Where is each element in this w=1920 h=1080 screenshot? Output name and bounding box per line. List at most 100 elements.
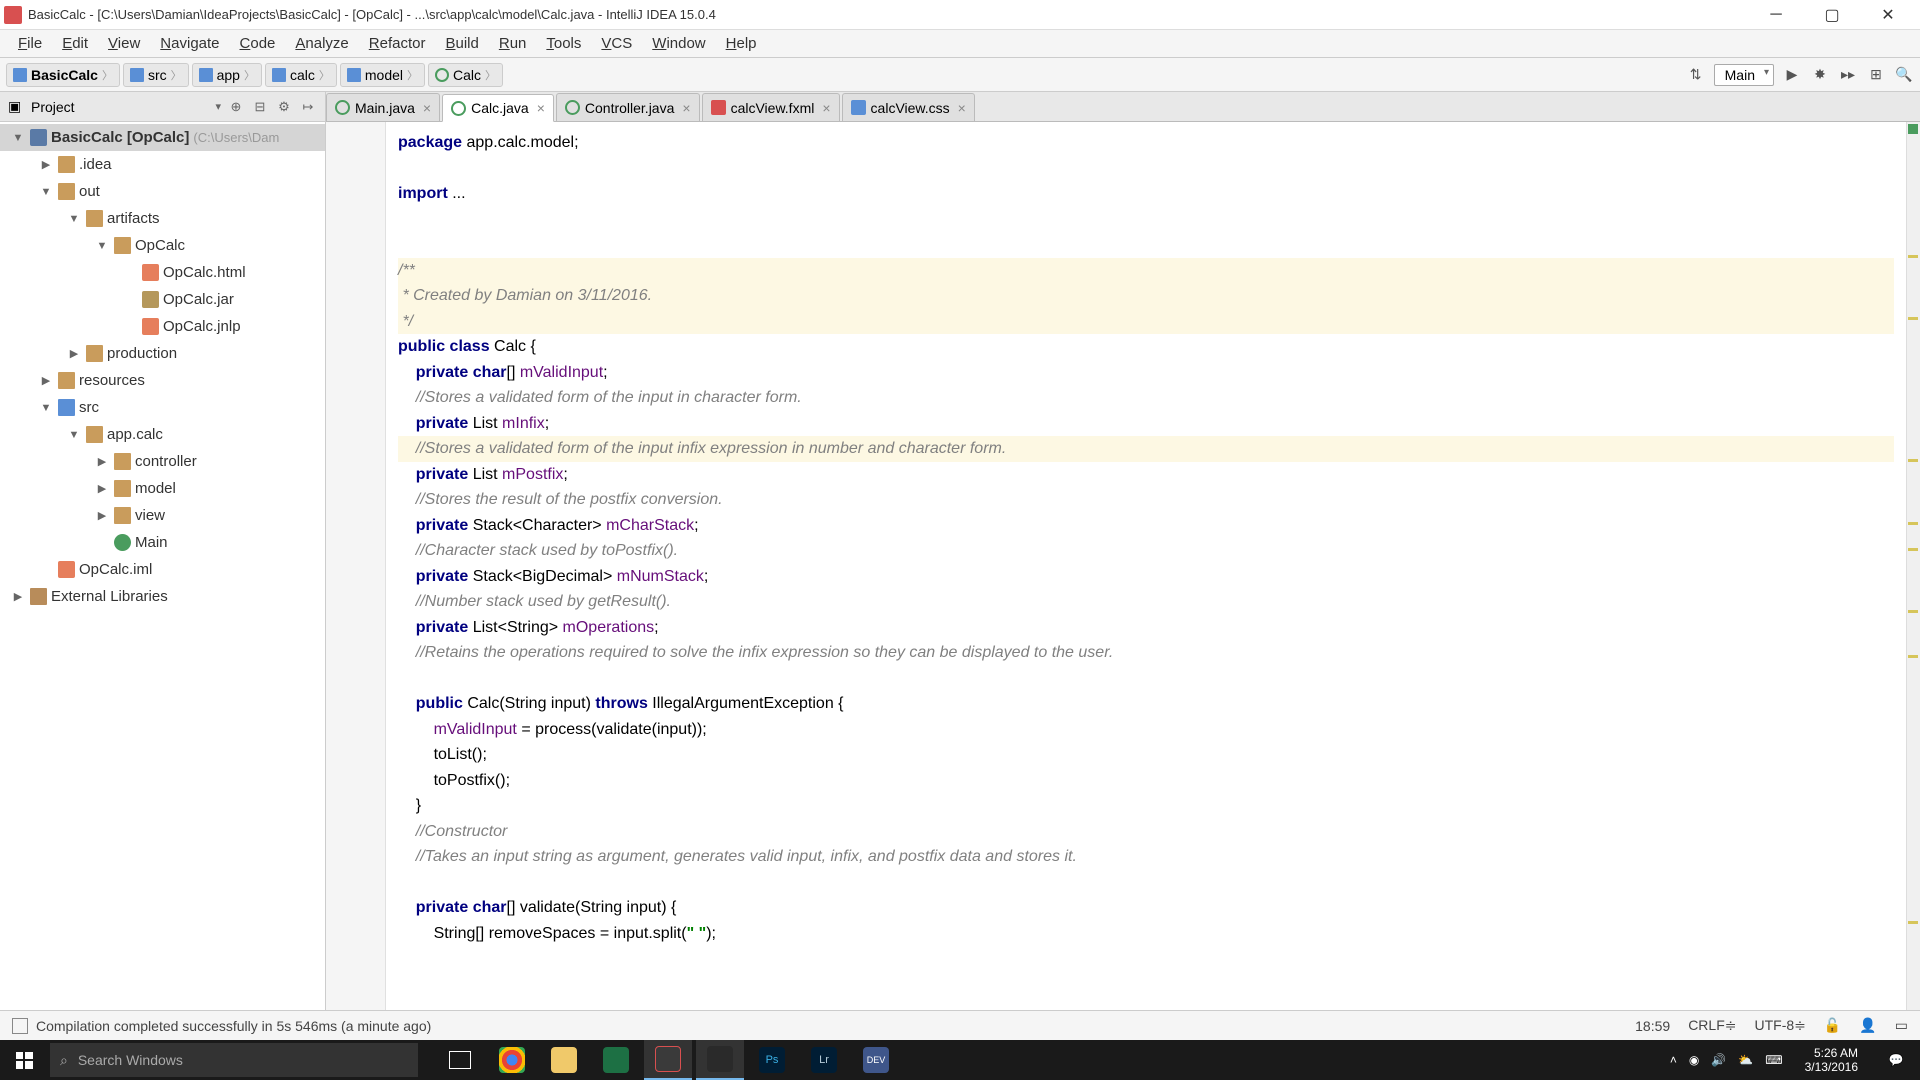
tree-node--idea[interactable]: ▶.idea — [0, 151, 325, 178]
error-stripe[interactable] — [1906, 122, 1920, 1010]
breadcrumb-model[interactable]: model — [340, 63, 425, 87]
tab-main-java[interactable]: Main.java× — [326, 93, 440, 121]
hector-icon[interactable]: 👤 — [1859, 1017, 1876, 1034]
close-icon[interactable]: × — [423, 100, 431, 116]
code-line[interactable] — [398, 666, 1894, 692]
code-line[interactable] — [398, 232, 1894, 258]
menu-file[interactable]: File — [8, 31, 52, 56]
weather-icon[interactable]: ⛅ — [1738, 1053, 1753, 1067]
chrome-app[interactable] — [488, 1040, 536, 1080]
code-line[interactable]: //Stores a validated form of the input i… — [398, 385, 1894, 411]
code-editor[interactable]: package app.calc.model; import ... /** *… — [386, 122, 1906, 1010]
menu-run[interactable]: Run — [489, 31, 537, 56]
hide-icon[interactable]: ↦ — [299, 98, 317, 116]
tab-calcview-css[interactable]: calcView.css× — [842, 93, 975, 121]
menu-tools[interactable]: Tools — [536, 31, 591, 56]
warning-marker[interactable] — [1908, 655, 1918, 658]
close-icon[interactable]: × — [537, 100, 545, 116]
menu-build[interactable]: Build — [435, 31, 488, 56]
run-button[interactable]: ▶ — [1782, 65, 1802, 85]
tree-node-src[interactable]: ▼src — [0, 394, 325, 421]
tree-node-opcalc-jnlp[interactable]: OpCalc.jnlp — [0, 313, 325, 340]
tree-node-basiccalc-opcalc-[interactable]: ▼BasicCalc [OpCalc](C:\Users\Dam — [0, 124, 325, 151]
code-line[interactable] — [398, 156, 1894, 182]
tree-node-model[interactable]: ▶model — [0, 475, 325, 502]
breadcrumb-app[interactable]: app — [192, 63, 262, 87]
project-panel-header[interactable]: ▣ Project ▾ ⊕ ⊟ ⚙ ↦ — [0, 92, 325, 122]
explorer-app[interactable] — [540, 1040, 588, 1080]
warning-marker[interactable] — [1908, 459, 1918, 462]
breadcrumb-src[interactable]: src — [123, 63, 189, 87]
menu-code[interactable]: Code — [230, 31, 286, 56]
code-line[interactable]: private List mPostfix; — [398, 462, 1894, 488]
menu-view[interactable]: View — [98, 31, 150, 56]
tree-node-external-libraries[interactable]: ▶External Libraries — [0, 583, 325, 610]
menu-navigate[interactable]: Navigate — [150, 31, 229, 56]
project-tree[interactable]: ▼BasicCalc [OpCalc](C:\Users\Dam▶.idea▼o… — [0, 122, 325, 1010]
code-line[interactable] — [398, 870, 1894, 896]
excel-app[interactable] — [592, 1040, 640, 1080]
code-line[interactable]: import ... — [398, 181, 1894, 207]
tree-node-app-calc[interactable]: ▼app.calc — [0, 421, 325, 448]
code-line[interactable]: * Created by Damian on 3/11/2016. — [398, 283, 1894, 309]
sync-icon[interactable]: ⇅ — [1686, 65, 1706, 85]
code-line[interactable]: public class Calc { — [398, 334, 1894, 360]
breadcrumb-calc[interactable]: calc — [265, 63, 337, 87]
code-line[interactable] — [398, 207, 1894, 233]
warning-marker[interactable] — [1908, 522, 1918, 525]
code-line[interactable]: } — [398, 793, 1894, 819]
tree-node-resources[interactable]: ▶resources — [0, 367, 325, 394]
notifications-button[interactable]: 💬 — [1878, 1040, 1914, 1080]
code-line[interactable]: //Stores a validated form of the input i… — [398, 436, 1894, 462]
photoshop-app[interactable]: Ps — [748, 1040, 796, 1080]
autoscroll-icon[interactable]: ⊕ — [227, 98, 245, 116]
warning-marker[interactable] — [1908, 317, 1918, 320]
code-line[interactable]: private List<String> mOperations; — [398, 615, 1894, 641]
menu-vcs[interactable]: VCS — [591, 31, 642, 56]
code-line[interactable]: //Character stack used by toPostfix(). — [398, 538, 1894, 564]
windows-search-input[interactable]: ⌕ Search Windows — [50, 1043, 418, 1077]
code-line[interactable]: public Calc(String input) throws Illegal… — [398, 691, 1894, 717]
code-line[interactable]: /** — [398, 258, 1894, 284]
tab-calcview-fxml[interactable]: calcView.fxml× — [702, 93, 840, 121]
code-line[interactable]: */ — [398, 309, 1894, 335]
keyboard-icon[interactable]: ⌨ — [1765, 1053, 1782, 1067]
menu-refactor[interactable]: Refactor — [359, 31, 436, 56]
code-line[interactable]: private char[] validate(String input) { — [398, 895, 1894, 921]
task-view-button[interactable] — [436, 1040, 484, 1080]
code-line[interactable]: private Stack<BigDecimal> mNumStack; — [398, 564, 1894, 590]
devcpp-app[interactable]: DEV — [852, 1040, 900, 1080]
warning-marker[interactable] — [1908, 921, 1918, 924]
tray-expand-icon[interactable]: ˄ — [1670, 1053, 1677, 1067]
close-icon[interactable]: × — [822, 100, 830, 116]
close-icon[interactable]: × — [958, 100, 966, 116]
clock[interactable]: 5:26 AM 3/13/2016 — [1805, 1046, 1858, 1074]
coverage-button[interactable]: ▸▸ — [1838, 65, 1858, 85]
code-line[interactable]: mValidInput = process(validate(input)); — [398, 717, 1894, 743]
line-separator[interactable]: CRLF≑ — [1688, 1017, 1736, 1034]
maximize-button[interactable]: ▢ — [1814, 3, 1850, 27]
search-everywhere-button[interactable]: 🔍 — [1894, 65, 1914, 85]
chevron-down-icon[interactable]: ▾ — [215, 100, 221, 113]
tree-node-opcalc-iml[interactable]: OpCalc.iml — [0, 556, 325, 583]
tree-node-controller[interactable]: ▶controller — [0, 448, 325, 475]
lock-icon[interactable]: 🔓 — [1824, 1017, 1841, 1034]
code-line[interactable]: String[] removeSpaces = input.split(" ")… — [398, 921, 1894, 947]
tree-node-opcalc-jar[interactable]: OpCalc.jar — [0, 286, 325, 313]
code-line[interactable]: //Stores the result of the postfix conve… — [398, 487, 1894, 513]
tree-node-opcalc[interactable]: ▼OpCalc — [0, 232, 325, 259]
start-button[interactable] — [0, 1040, 48, 1080]
run-configuration-selector[interactable]: Main — [1714, 64, 1774, 86]
debug-button[interactable]: ✸ — [1810, 65, 1830, 85]
status-icon[interactable] — [12, 1018, 28, 1034]
code-line[interactable]: //Takes an input string as argument, gen… — [398, 844, 1894, 870]
code-line[interactable]: private char[] mValidInput; — [398, 360, 1894, 386]
menu-edit[interactable]: Edit — [52, 31, 98, 56]
tree-node-out[interactable]: ▼out — [0, 178, 325, 205]
lightroom-app[interactable]: Lr — [800, 1040, 848, 1080]
tree-node-artifacts[interactable]: ▼artifacts — [0, 205, 325, 232]
memory-indicator[interactable]: ▭ — [1895, 1017, 1908, 1034]
tab-calc-java[interactable]: Calc.java× — [442, 94, 554, 122]
menu-window[interactable]: Window — [642, 31, 715, 56]
cursor-position[interactable]: 18:59 — [1635, 1018, 1670, 1034]
